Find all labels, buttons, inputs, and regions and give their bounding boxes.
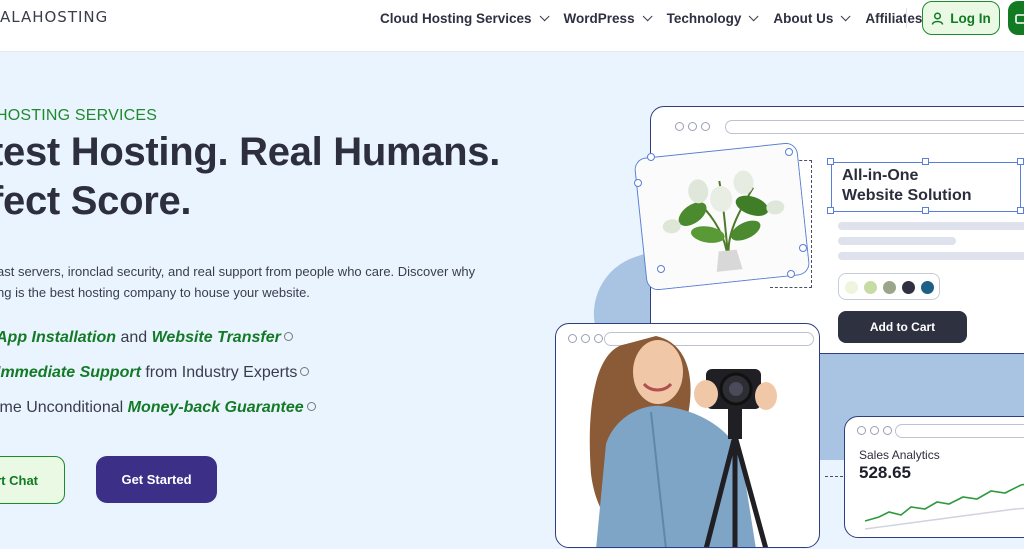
swatch (845, 281, 858, 294)
resize-handle (787, 270, 795, 278)
cart-button[interactable] (1008, 1, 1024, 35)
resize-handle (647, 153, 655, 161)
headline-line-1: test Hosting. Real Humans. (0, 130, 501, 174)
chevron-down-icon (642, 10, 653, 21)
swatch (902, 281, 915, 294)
chevron-down-icon (539, 10, 550, 21)
start-chat-button[interactable]: rt Chat (0, 456, 65, 504)
resize-handle (827, 207, 834, 214)
headline-line-2: fect Score. (0, 179, 192, 223)
placeholder-text-line (838, 252, 1024, 260)
nav-item-technology[interactable]: Technology (666, 10, 759, 26)
nav-item-label: Technology (666, 10, 742, 26)
resize-handle (1017, 207, 1024, 214)
resize-handle (657, 265, 665, 273)
resize-handle (922, 158, 929, 165)
add-to-cart-mock-button: Add to Cart (838, 311, 967, 343)
nav-item-wordpress[interactable]: WordPress (563, 10, 653, 26)
info-icon[interactable] (283, 332, 293, 341)
description-line-2: ng is the best hosting company to house … (0, 285, 310, 300)
feature-strong: App Installation (0, 329, 116, 346)
nav-item-affiliates[interactable]: Affiliates (865, 10, 922, 26)
feature-item-support: Immediate Support from Industry Experts (0, 364, 310, 382)
site-header: ALAHOSTING Cloud Hosting Services WordPr… (0, 0, 1024, 52)
get-started-button[interactable]: Get Started (96, 456, 217, 503)
aio-line-2: Website Solution (842, 187, 972, 204)
feature-text: ime Unconditional (0, 399, 128, 416)
feature-text: and (116, 329, 152, 346)
feature-text: from Industry Experts (140, 364, 298, 381)
aio-heading: All-in-One Website Solution (842, 166, 971, 206)
feature-strong: Immediate Support (0, 364, 141, 381)
feature-strong: Money-back Guarantee (127, 399, 304, 416)
placeholder-text-line (838, 237, 956, 245)
description-line-1: ast servers, ironclad security, and real… (0, 264, 476, 279)
swatch (921, 281, 934, 294)
aio-line-1: All-in-One (842, 167, 919, 184)
resize-handle (827, 158, 834, 165)
placeholder-text-line (838, 222, 1024, 230)
photo-window-illustration (555, 323, 820, 548)
hero-headline: test Hosting. Real Humans. fect Score. (0, 128, 500, 226)
nav-item-label: Cloud Hosting Services (380, 10, 532, 26)
nav-item-cloud-hosting[interactable]: Cloud Hosting Services (380, 10, 550, 26)
resize-handle (922, 207, 929, 214)
feature-item-installation: App Installation and Website Transfer (0, 329, 293, 347)
login-button[interactable]: Log In (922, 1, 1000, 35)
resize-handle (1017, 158, 1024, 165)
chevron-down-icon (841, 10, 851, 21)
resize-handle (799, 244, 807, 252)
chevron-down-icon (749, 10, 759, 21)
hero-eyebrow: HOSTING SERVICES (0, 107, 158, 124)
swatch (864, 281, 877, 294)
resize-handle (634, 179, 642, 187)
site-logo[interactable]: ALAHOSTING (0, 8, 108, 26)
sales-analytics-card: Sales Analytics 528.65 (844, 416, 1024, 538)
nav-item-about-us[interactable]: About Us (773, 10, 851, 26)
feature-strong: Website Transfer (151, 329, 281, 346)
user-icon (932, 11, 944, 25)
nav-item-label: WordPress (563, 10, 635, 26)
swatch (883, 281, 896, 294)
resize-handle (785, 148, 793, 156)
nav-item-label: Affiliates (865, 10, 923, 26)
info-icon[interactable] (306, 402, 316, 411)
nav-item-label: About Us (773, 10, 834, 26)
info-icon[interactable] (300, 367, 310, 376)
nav-divider (906, 8, 907, 28)
photographer-image (589, 336, 777, 547)
cart-icon (1015, 14, 1024, 24)
hero-description: ast servers, ironclad security, and real… (0, 261, 487, 303)
sales-trend-line (864, 483, 1024, 530)
login-label: Log In (950, 10, 991, 26)
main-nav: Cloud Hosting Services WordPress Technol… (380, 10, 940, 26)
url-bar (725, 120, 1024, 134)
feature-item-guarantee: ime Unconditional Money-back Guarantee (0, 399, 316, 417)
dashed-connector (825, 476, 843, 477)
window-dots (675, 122, 710, 131)
color-swatches (838, 273, 940, 300)
